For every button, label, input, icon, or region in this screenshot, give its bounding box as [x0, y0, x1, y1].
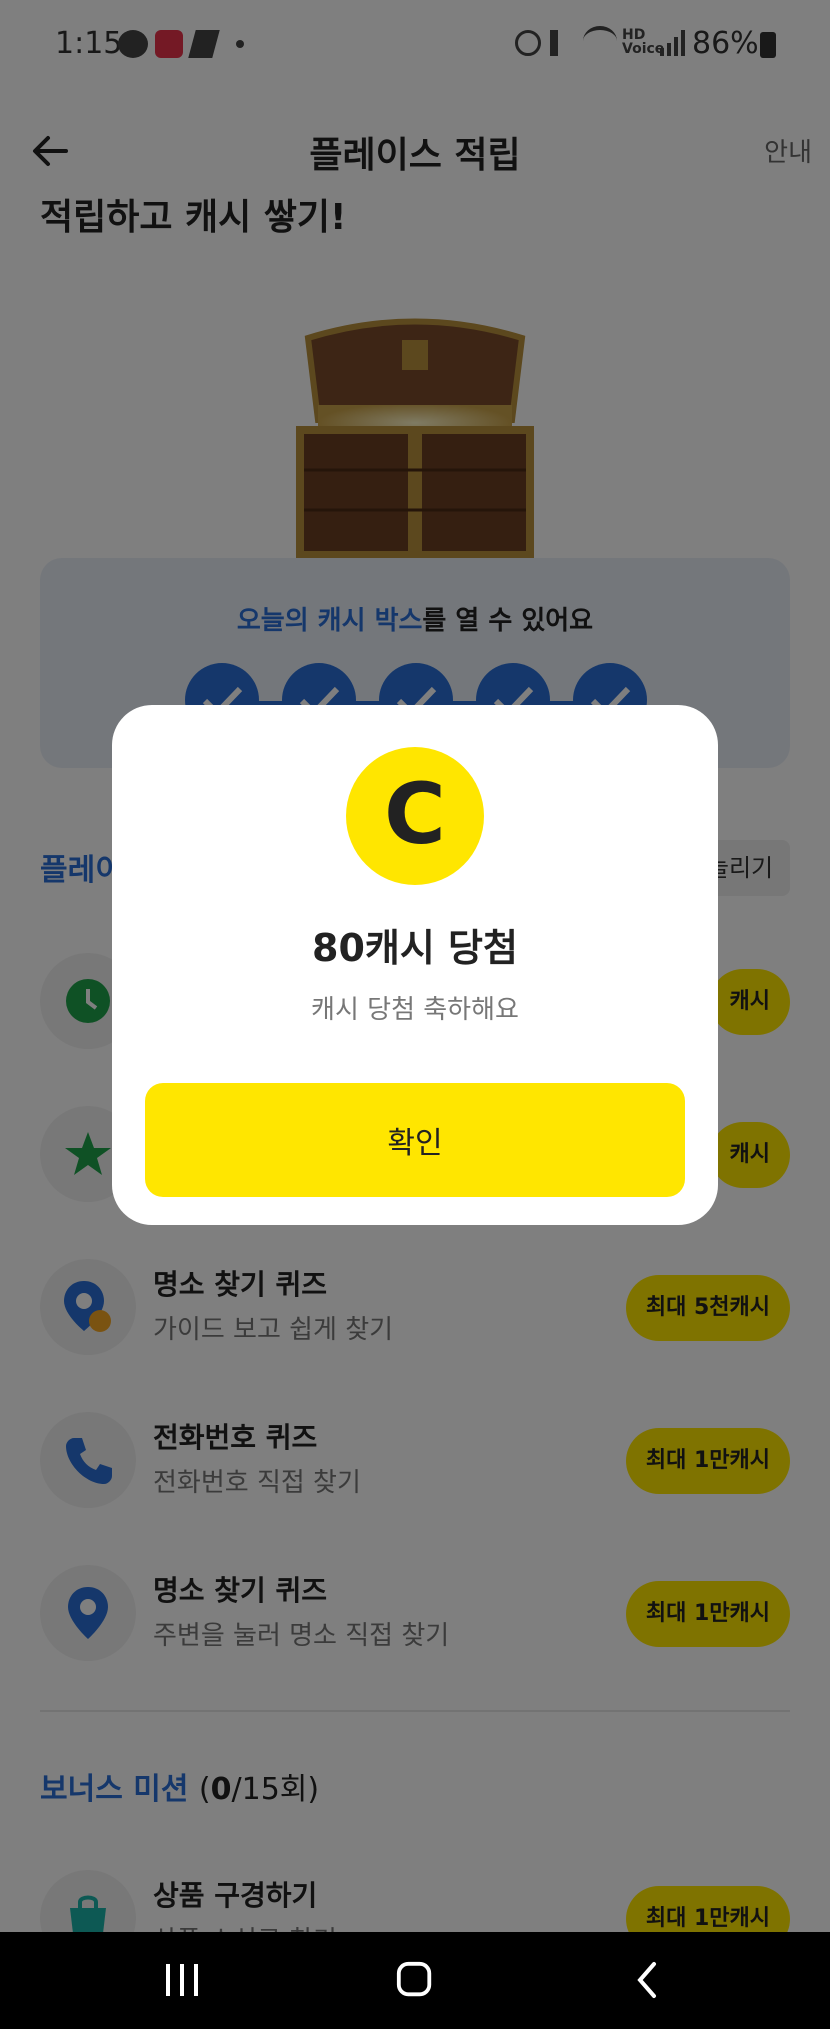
coin-letter: C [384, 765, 446, 863]
modal-title: 80캐시 당첨 [312, 926, 518, 970]
modal-subtitle: 캐시 당첨 축하해요 [311, 995, 519, 1025]
recent-apps-icon[interactable] [162, 1960, 202, 2000]
confirm-button[interactable]: 확인 [145, 1083, 685, 1197]
system-nav-bar [0, 1932, 830, 2029]
home-icon[interactable] [394, 1960, 436, 2000]
cash-coin-icon: C [346, 747, 484, 885]
back-nav-icon[interactable] [632, 1960, 662, 2000]
reward-modal: C 80캐시 당첨 캐시 당첨 축하해요 확인 [112, 705, 718, 1225]
